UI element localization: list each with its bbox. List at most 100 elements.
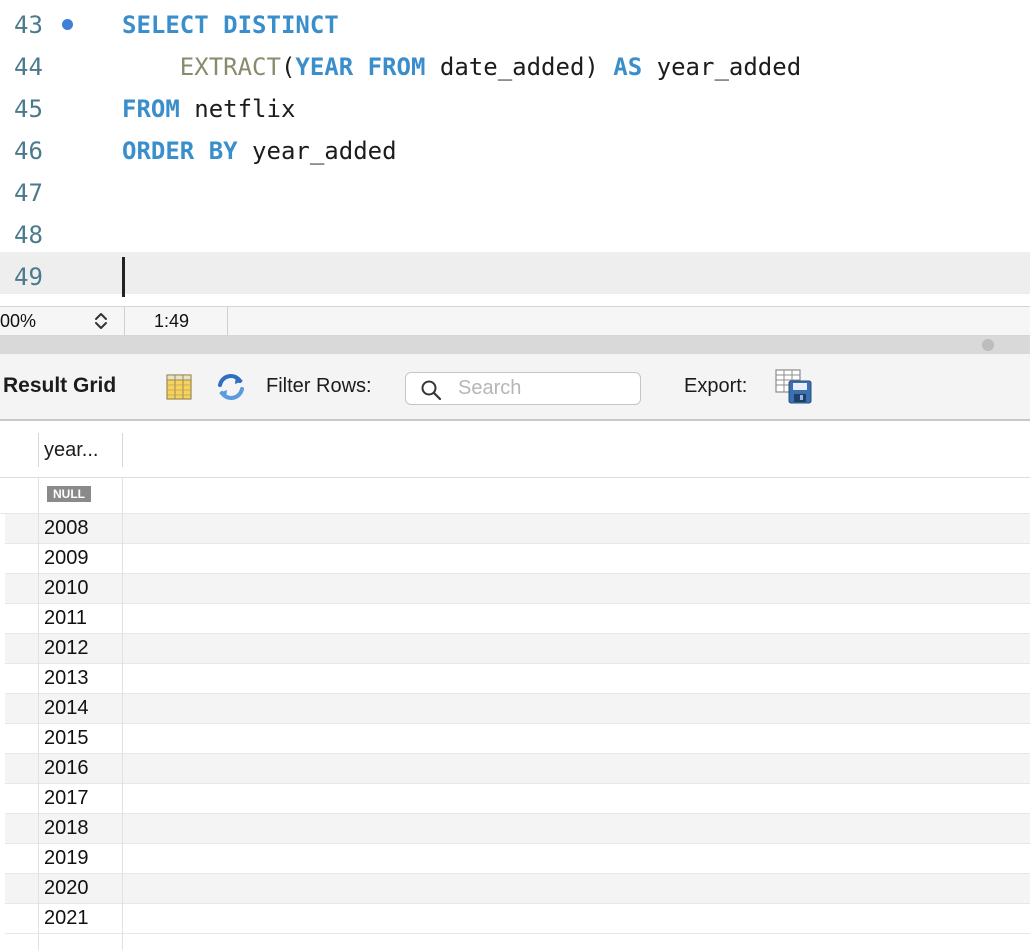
table-row[interactable]: 2012	[0, 634, 1030, 664]
table-row[interactable]: 2021	[0, 904, 1030, 934]
column-separator	[38, 433, 39, 467]
table-row[interactable]: 2013	[0, 664, 1030, 694]
null-value-badge[interactable]: NULL	[47, 486, 91, 502]
status-separator	[124, 307, 125, 335]
grid-layout-icon[interactable]	[164, 372, 194, 402]
grid-column-line	[38, 478, 39, 950]
status-separator	[227, 307, 228, 335]
table-row[interactable]: 2014	[0, 694, 1030, 724]
row-selector[interactable]	[0, 784, 5, 814]
panel-splitter-area	[0, 336, 1030, 354]
line-number: 49	[14, 263, 43, 291]
table-row[interactable]: 2015	[0, 724, 1030, 754]
table-row[interactable]: 2011	[0, 604, 1030, 634]
code-token: (	[280, 53, 296, 81]
table-row[interactable]: 2009	[0, 544, 1030, 574]
line-number: 43	[14, 11, 43, 39]
column-header-year-added[interactable]: year...	[44, 439, 98, 462]
panel-splitter[interactable]	[0, 336, 1030, 354]
row-selector[interactable]	[0, 634, 5, 664]
code-token: FROM	[122, 95, 180, 123]
table-cell[interactable]: 2010	[44, 574, 89, 603]
code-token: FROM	[367, 53, 426, 81]
editor-status-bar: 00% 1:49	[0, 306, 1030, 336]
filter-rows-label: Filter Rows:	[266, 375, 372, 397]
code-text: ORDER BY year_added	[122, 126, 397, 168]
table-cell[interactable]: 2018	[44, 814, 89, 843]
splitter-handle-icon[interactable]	[982, 339, 994, 351]
code-token: DISTINCT	[223, 11, 339, 39]
table-row[interactable]: 2019	[0, 844, 1030, 874]
result-toolbar: Result Grid Filter Rows: Expo	[0, 354, 1030, 421]
table-cell[interactable]: 2013	[44, 664, 89, 693]
table-cell[interactable]: 2012	[44, 634, 89, 663]
zoom-stepper-icon[interactable]	[90, 310, 112, 332]
code-token: YEAR	[295, 53, 354, 81]
table-row[interactable]: NULL	[0, 478, 1030, 514]
result-grid[interactable]: year... NULL 2008 2009 2010 2011 2012 2013 2014…	[0, 421, 1030, 950]
export-label: Export:	[684, 375, 748, 397]
code-line[interactable]: 43 SELECT DISTINCT	[0, 0, 1030, 42]
code-line[interactable]: 45 FROM netflix	[0, 84, 1030, 126]
table-cell[interactable]: 2019	[44, 844, 89, 873]
search-icon	[420, 379, 442, 401]
row-selector[interactable]	[0, 514, 5, 544]
table-cell[interactable]: 2014	[44, 694, 89, 723]
cursor-position: 1:49	[154, 311, 190, 331]
code-token: netflix	[179, 95, 296, 123]
row-selector[interactable]	[0, 874, 5, 904]
zoom-level: 00%	[0, 311, 37, 331]
line-number: 44	[14, 53, 43, 81]
row-selector[interactable]	[0, 574, 5, 604]
grid-column-line	[122, 478, 123, 950]
filter-search-box[interactable]	[405, 372, 641, 405]
table-cell[interactable]: 2020	[44, 874, 89, 903]
table-cell[interactable]: 2009	[44, 544, 89, 573]
code-text: FROM netflix	[122, 84, 295, 126]
export-icon[interactable]	[775, 369, 813, 405]
statement-marker-icon[interactable]	[62, 19, 73, 30]
code-token: BY	[208, 137, 238, 165]
search-input[interactable]	[458, 376, 633, 401]
row-selector[interactable]	[0, 604, 5, 634]
row-selector[interactable]	[0, 544, 5, 574]
row-selector[interactable]	[0, 844, 5, 874]
result-grid-tab[interactable]: Result Grid	[3, 374, 116, 398]
table-cell[interactable]: 2011	[44, 604, 87, 633]
code-line[interactable]: 47	[0, 168, 1030, 210]
table-row[interactable]: 2020	[0, 874, 1030, 904]
refresh-icon[interactable]	[215, 372, 245, 402]
table-row[interactable]: 2008	[0, 514, 1030, 544]
table-cell[interactable]: 2021	[44, 904, 89, 933]
table-row[interactable]: 2017	[0, 784, 1030, 814]
column-separator[interactable]	[122, 433, 123, 467]
row-selector[interactable]	[0, 478, 5, 508]
code-line[interactable]: 46 ORDER BY year_added	[0, 126, 1030, 168]
row-selector[interactable]	[0, 814, 5, 844]
code-token: date_added)	[425, 53, 614, 81]
table-row[interactable]: 2016	[0, 754, 1030, 784]
line-number: 45	[14, 95, 43, 123]
line-number: 47	[14, 179, 43, 207]
code-line[interactable]: 48	[0, 210, 1030, 252]
code-line[interactable]: 44 EXTRACT(YEAR FROM date_added) AS year…	[0, 42, 1030, 84]
code-token: year_added	[237, 137, 397, 165]
row-selector[interactable]	[0, 724, 5, 754]
row-selector[interactable]	[0, 664, 5, 694]
code-line[interactable]: 49	[0, 252, 1030, 294]
table-row[interactable]: 2018	[0, 814, 1030, 844]
sql-editor[interactable]: 43 SELECT DISTINCT 44 EXTRACT(YEAR FROM da…	[0, 0, 1030, 306]
table-cell[interactable]: 2015	[44, 724, 89, 753]
code-token: year_added	[642, 53, 802, 81]
code-token: AS	[613, 53, 643, 81]
row-selector[interactable]	[0, 754, 5, 784]
row-selector[interactable]	[0, 904, 5, 934]
table-row[interactable]: 2010	[0, 574, 1030, 604]
row-selector[interactable]	[0, 694, 5, 724]
table-cell[interactable]: 2017	[44, 784, 89, 813]
table-cell[interactable]: 2008	[44, 514, 89, 543]
table-cell[interactable]: 2016	[44, 754, 89, 783]
